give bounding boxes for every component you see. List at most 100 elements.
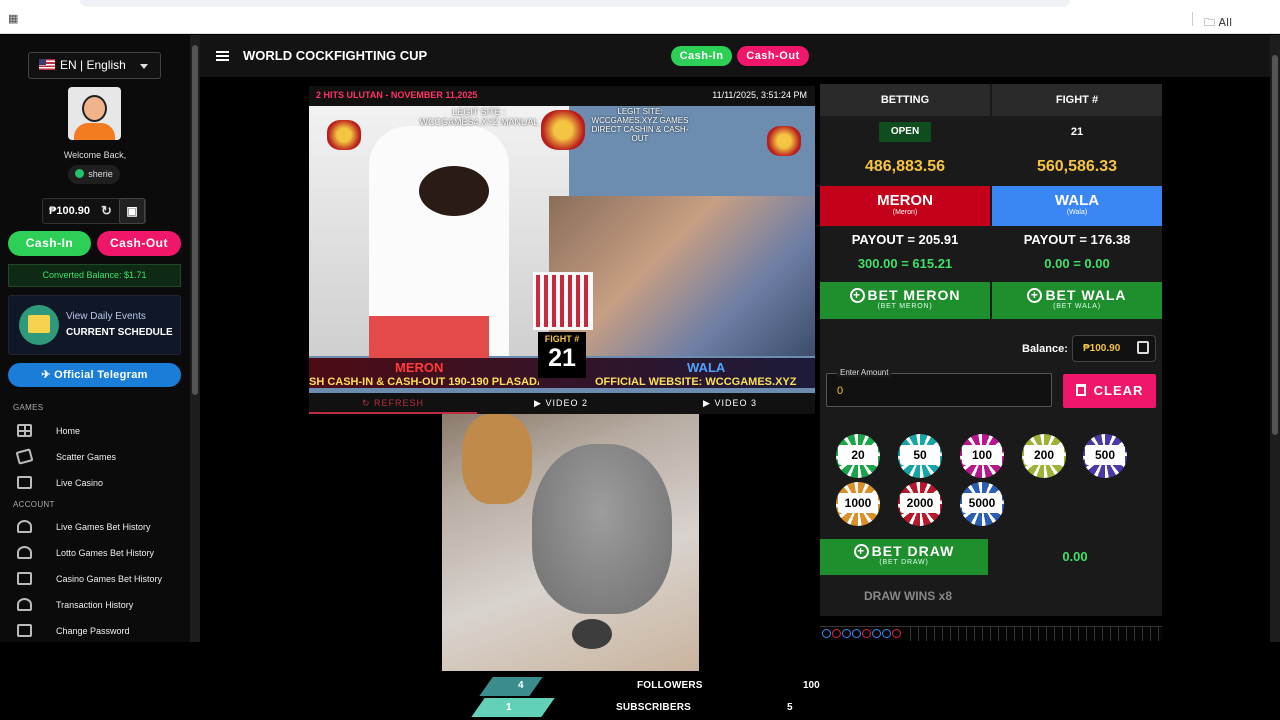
fight-header: FIGHT # — [992, 84, 1162, 116]
calendar-icon — [19, 305, 59, 345]
trend-dot — [892, 629, 901, 638]
wallet-icon[interactable]: ▣ — [119, 198, 145, 224]
sidebar-item-transaction-history[interactable]: Transaction History — [17, 595, 133, 615]
sidebar-item-live-games-history[interactable]: Live Games Bet History — [17, 517, 151, 537]
converted-balance: Converted Balance: $1.71 — [8, 264, 181, 287]
trend-cell — [1158, 627, 1159, 641]
ticker-left: SH CASH-IN & CASH-OUT 190-190 PLASADA) — [309, 376, 539, 388]
trend-dot — [832, 629, 841, 638]
telegram-button[interactable]: ✈ Official Telegram — [8, 363, 181, 387]
play-icon — [17, 476, 32, 489]
menu-icon[interactable] — [216, 51, 229, 61]
chip-100[interactable]: 100 — [960, 434, 1004, 478]
tab-video-2[interactable]: ▶ VIDEO 2 — [477, 393, 645, 414]
bet-meron-label: BET MERON — [867, 287, 961, 303]
sidebar-item-live-casino[interactable]: Live Casino — [17, 473, 103, 493]
wala-side: WALA (Wala) — [992, 186, 1162, 226]
wcc-logo-center — [541, 110, 585, 150]
grid-icon — [17, 424, 32, 437]
sidebar: EN | English Welcome Back, sherie ₱100.9… — [0, 35, 200, 642]
subscribers-count: 1 — [506, 702, 512, 713]
refresh-icon[interactable]: ↻ — [101, 199, 112, 223]
clear-button[interactable]: CLEAR — [1063, 374, 1156, 408]
chip-label: 200 — [1024, 445, 1064, 465]
browser-toolbar: ▦ 🗀 All Bookmarks — [0, 0, 1280, 46]
chip-500[interactable]: 500 — [1083, 434, 1127, 478]
trend-cell — [1126, 627, 1127, 641]
qr-code — [533, 272, 593, 330]
trend-cell — [1006, 627, 1007, 641]
meron-label: MERON — [877, 192, 933, 209]
sidebar-item-casino-history[interactable]: Casino Games Bet History — [17, 569, 162, 589]
meron-calc: 300.00 = 615.21 — [857, 256, 953, 271]
chip-label: 2000 — [900, 493, 940, 513]
sidebar-item-lotto-history[interactable]: Lotto Games Bet History — [17, 543, 154, 563]
header-cash-out-button[interactable]: Cash-Out — [737, 46, 809, 66]
sidebar-scrollbar[interactable] — [190, 35, 200, 642]
events-line2: CURRENT SCHEDULE — [66, 327, 173, 338]
bet-draw-label: BET DRAW — [871, 543, 955, 559]
main-scrollbar[interactable] — [1270, 35, 1280, 642]
daily-events-card[interactable]: View Daily Events CURRENT SCHEDULE — [8, 295, 181, 355]
username-badge[interactable]: sherie — [68, 165, 120, 184]
sidebar-item-change-password[interactable]: Change Password — [17, 621, 130, 641]
followers-label: FOLLOWERS — [637, 680, 703, 691]
meron-sub: (Meron) — [892, 209, 918, 216]
address-bar[interactable] — [80, 0, 1070, 7]
video-meron-label: MERON — [395, 360, 444, 375]
header-cash-in-button[interactable]: Cash-In — [671, 46, 732, 66]
section-account: ACCOUNT — [13, 500, 55, 509]
legit-site-text: LEGIT SITE : WCCGAMES4.XYZ MANUAL — [419, 107, 539, 127]
chip-label: 5000 — [962, 493, 1002, 513]
betting-header: BETTING — [820, 84, 990, 116]
cards-icon — [15, 448, 34, 465]
gamepad-icon — [17, 520, 32, 533]
sidebar-cash-in-button[interactable]: Cash-In — [8, 231, 91, 256]
chip-200[interactable]: 200 — [1022, 434, 1066, 478]
trend-cell — [1110, 627, 1111, 641]
bet-wala-button[interactable]: + BET WALA (BET WALA) — [992, 282, 1162, 319]
bet-meron-button[interactable]: + BET MERON (BET MERON) — [820, 282, 990, 319]
promo-video-clip[interactable] — [442, 414, 699, 671]
plus-circle-icon: + — [1027, 288, 1043, 303]
chip-1000[interactable]: 1000 — [836, 482, 880, 526]
sidebar-item-home[interactable]: Home — [17, 421, 80, 441]
trend-cell — [974, 627, 975, 641]
apps-grid-icon[interactable]: ▦ — [8, 14, 18, 25]
chip-label: 500 — [1085, 445, 1125, 465]
chip-5000[interactable]: 5000 — [960, 482, 1004, 526]
tab-label: REFRESH — [374, 398, 425, 408]
balance-label: Balance: — [1022, 343, 1068, 355]
nav-label: Casino Games Bet History — [56, 574, 163, 584]
us-flag-icon — [39, 59, 55, 70]
avatar[interactable] — [68, 87, 121, 140]
ticker-right: OFFICIAL WEBSITE: WCCGAMES.XYZ — [595, 376, 797, 388]
live-video-player[interactable]: 2 HITS ULUTAN - NOVEMBER 11,2025 11/11/2… — [309, 86, 815, 414]
language-select[interactable]: EN | English — [28, 52, 161, 79]
chip-label: 50 — [900, 445, 940, 465]
meron-payout: PAYOUT = 205.91 — [851, 232, 959, 247]
plus-circle-icon: + — [849, 288, 865, 303]
trend-dot — [882, 629, 891, 638]
bet-wala-sub: (BET WALA) — [1053, 303, 1101, 310]
telegram-label: Official Telegram — [54, 369, 148, 381]
chip-label: 100 — [962, 445, 1002, 465]
events-line1: View Daily Events — [66, 311, 146, 322]
wala-calc: 0.00 = 0.00 — [1044, 256, 1110, 271]
history-icon — [17, 598, 32, 611]
nav-label: Lotto Games Bet History — [56, 548, 155, 558]
bet-wala-label: BET WALA — [1045, 287, 1127, 303]
page-title: WORLD COCKFIGHTING CUP — [243, 48, 428, 63]
sidebar-cash-out-button[interactable]: Cash-Out — [97, 231, 181, 256]
chip-20[interactable]: 20 — [836, 434, 880, 478]
chip-50[interactable]: 50 — [898, 434, 942, 478]
bet-draw-button[interactable]: + BET DRAW (BET DRAW) — [820, 539, 988, 575]
chip-2000[interactable]: 2000 — [898, 482, 942, 526]
amount-input[interactable]: Enter Amount 0 — [826, 368, 1052, 407]
tab-video-3[interactable]: ▶ VIDEO 3 — [645, 393, 815, 414]
meron-total: 486,883.56 — [864, 158, 946, 175]
followers-count: 4 — [518, 680, 524, 691]
trend-cell — [950, 627, 951, 641]
tab-refresh[interactable]: ↻ REFRESH — [309, 393, 477, 414]
sidebar-item-scatter-games[interactable]: Scatter Games — [15, 447, 116, 467]
